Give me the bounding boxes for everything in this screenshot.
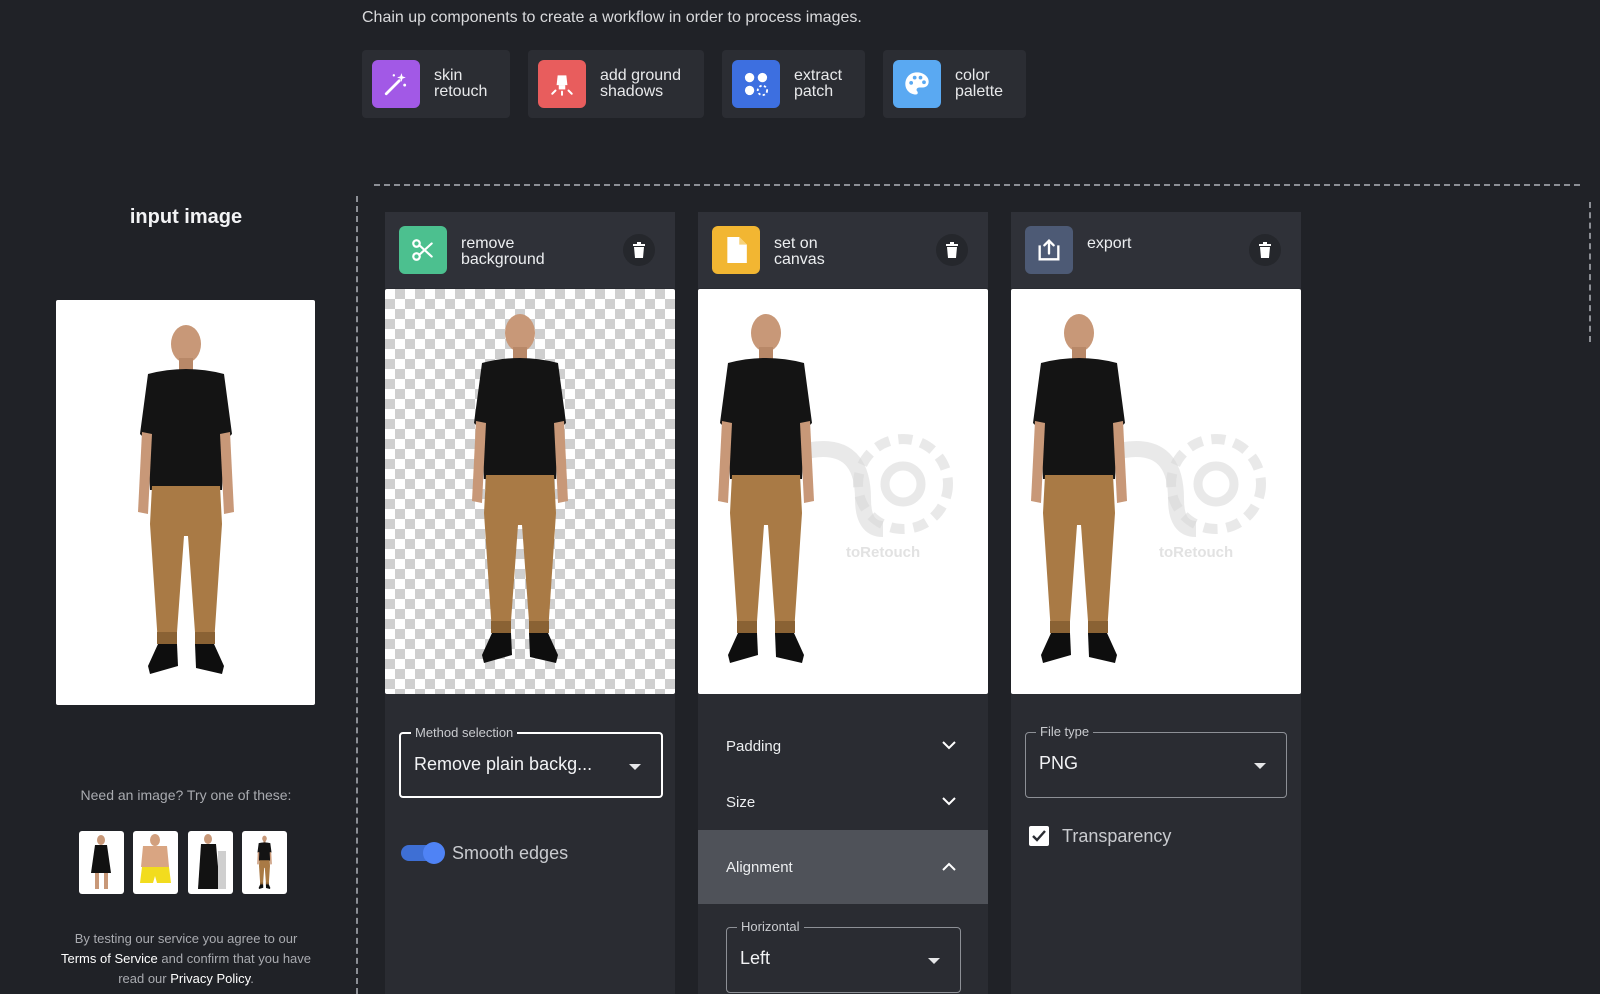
transparency-checkbox[interactable] [1029,826,1049,846]
magic-wand-icon [372,60,420,108]
dropdown-arrow-icon [629,764,641,770]
step-header: export [1011,212,1301,288]
alignment-section[interactable]: Alignment [698,830,988,904]
workflow-subtitle: Chain up components to create a workflow… [362,9,862,26]
step-header: remove background [385,212,675,288]
component-label: add ground shadows [600,67,681,100]
component-add-ground-shadows[interactable]: add ground shadows [528,50,704,118]
step-header: set on canvas [698,212,988,288]
chevron-up-icon [942,862,956,871]
dots-icon [732,60,780,108]
sample-image-dress[interactable] [79,831,124,894]
step-preview-image: toRetouch [1011,289,1301,694]
chevron-down-icon [942,741,956,750]
sample-image-polo-chinos[interactable] [242,831,287,894]
size-section[interactable]: Size [698,774,988,830]
section-label: Padding [726,737,782,755]
document-icon [712,226,760,274]
component-extract-patch[interactable]: extract patch [722,50,865,118]
checkmark-icon [1032,830,1046,842]
method-selection-value: Remove plain backg... [414,754,593,774]
component-label: color palette [955,67,1004,100]
file-type-select[interactable]: File type PNG [1025,724,1287,798]
trash-icon [1259,242,1271,258]
component-label: skin retouch [434,67,488,100]
export-icon [1025,226,1073,274]
person-photo [138,325,234,674]
delete-step-button[interactable] [623,234,655,266]
step-title: export [1087,235,1132,252]
dropdown-arrow-icon [1254,763,1266,769]
palette-icon [893,60,941,108]
step-title: remove background [461,235,545,268]
delete-step-button[interactable] [936,234,968,266]
person-cutout [472,314,568,663]
step-title: set on canvas [774,235,825,268]
terms-of-service-link[interactable]: Terms of Service [61,951,158,966]
padding-section[interactable]: Padding [698,718,988,774]
smooth-edges-label: Smooth edges [452,843,569,863]
section-label: Alignment [726,858,793,876]
dropzone-border-right [1589,202,1591,342]
horizontal-alignment-select[interactable]: Horizontal Left [726,919,961,993]
method-selection-select[interactable]: Method selection Remove plain backg... [399,725,663,798]
input-image[interactable] [56,300,315,705]
privacy-policy-link[interactable]: Privacy Policy [170,971,250,986]
step-remove-background: remove background Method selection Remov… [385,212,675,994]
file-type-label: File type [1036,724,1094,739]
dropzone-border-top [374,184,1580,186]
dropzone-border-left [356,196,358,994]
file-type-value: PNG [1039,753,1079,773]
toggle-knob [423,842,445,864]
transparency-label: Transparency [1062,826,1172,846]
step-preview-image: toRetouch [698,289,988,694]
delete-step-button[interactable] [1249,234,1281,266]
watermark-text: toRetouch [846,544,921,561]
step-export: export toRetouch File type PNG Transpare… [1011,212,1301,994]
scissors-icon [399,226,447,274]
dropdown-arrow-icon [928,958,940,964]
trash-icon [946,242,958,258]
sample-image-swim-shorts[interactable] [133,831,178,894]
legal-notice: By testing our service you agree to our … [60,931,312,986]
sample-images-prompt: Need an image? Try one of these: [80,787,292,803]
trash-icon [633,242,645,258]
step-preview-image [385,289,675,694]
horizontal-value: Left [740,948,771,968]
method-selection-label: Method selection [411,725,518,740]
lamp-icon [538,60,586,108]
component-label: extract patch [794,67,843,100]
horizontal-label: Horizontal [737,919,804,934]
component-skin-retouch[interactable]: skin retouch [362,50,510,118]
input-image-title: input image [129,206,243,228]
component-color-palette[interactable]: color palette [883,50,1026,118]
chevron-down-icon [942,797,956,806]
export-preview [1031,314,1301,663]
section-label: Size [726,793,756,811]
canvas-preview [718,314,988,663]
sample-image-coat[interactable] [188,831,233,894]
watermark-text: toRetouch [1159,544,1234,561]
step-set-on-canvas: set on canvas toRetouch Padding Size Ali… [698,212,988,994]
